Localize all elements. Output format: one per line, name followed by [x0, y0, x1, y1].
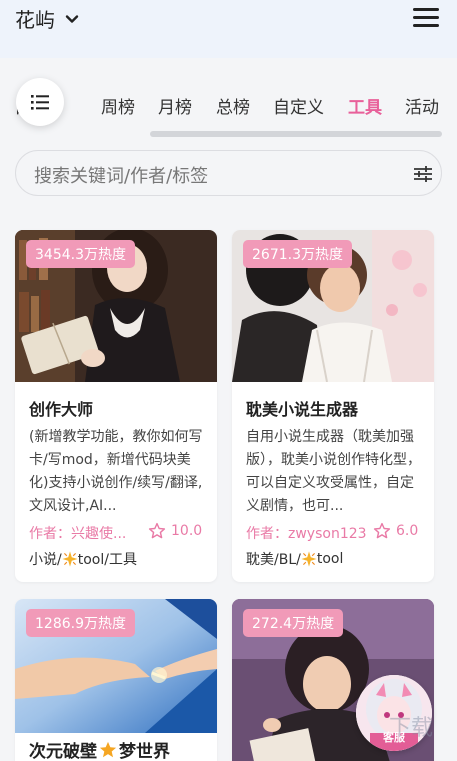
tabs-scrollbar[interactable] [150, 131, 442, 137]
category-tabs: 日榜 周榜 月榜 总榜 自定义 工具 活动 [0, 58, 457, 146]
card-cover-image: 3454.3万热度 [15, 230, 217, 382]
card-cover-image: 1286.9万热度 [15, 599, 217, 733]
rating-value: 10.0 [171, 523, 203, 539]
card-author[interactable]: 作者：zwyson123 [246, 523, 367, 543]
sparkle-emoji-icon [301, 551, 317, 567]
card-title: 耽美小说生成器 [246, 400, 359, 419]
card-description: (新增教学功能，教你如何写卡/写mod，新增代码块美化)支持小说创作/续写/翻译… [29, 429, 203, 514]
filter-icon[interactable] [413, 164, 433, 184]
rating-value: 6.0 [396, 523, 419, 539]
star-outline-icon [148, 522, 166, 539]
search-box[interactable]: 搜索关键词/作者/标签 [15, 150, 442, 196]
sparkle-emoji-icon [62, 551, 78, 567]
heat-badge: 272.4万热度 [243, 609, 344, 637]
tool-card[interactable]: 2671.3万热度 耽美小说生成器 自用小说生成器（耽美加强版），耽美小说创作特… [232, 230, 434, 582]
app-name: 花屿 [15, 8, 55, 32]
heat-badge: 1286.9万热度 [26, 609, 135, 637]
star-outline-icon [373, 522, 391, 539]
watermark: 下载 [389, 716, 434, 741]
heat-badge: 3454.3万热度 [26, 240, 135, 268]
star-emoji-icon [99, 741, 117, 757]
tags-prefix: 耽美/BL/ [246, 552, 301, 568]
card-title-suffix: 梦世界 [119, 742, 170, 761]
app-switcher[interactable]: 花屿 [15, 4, 79, 33]
tab-total[interactable]: 总榜 [216, 93, 250, 118]
card-tags: 小说/ tool/工具 [29, 549, 137, 569]
card-title: 次元破壁 梦世界 [29, 737, 170, 761]
tab-weekly[interactable]: 周榜 [101, 93, 135, 118]
tab-tools[interactable]: 工具 [348, 93, 382, 118]
top-bar: 花屿 [0, 0, 457, 58]
heat-badge: 2671.3万热度 [243, 240, 352, 268]
tab-events[interactable]: 活动 [405, 93, 439, 118]
card-author[interactable]: 作者：兴趣使... [29, 523, 126, 543]
tags-suffix: tool [316, 551, 344, 567]
category-list-button[interactable] [16, 78, 64, 126]
tags-suffix: tool/工具 [77, 552, 137, 568]
card-cover-image: 2671.3万热度 [232, 230, 434, 382]
card-rating[interactable]: 10.0 [148, 522, 202, 540]
card-title: 创作大师 [29, 400, 94, 419]
card-title-prefix: 次元破壁 [29, 742, 97, 761]
tool-card[interactable]: 1286.9万热度 次元破壁 梦世界 [15, 599, 217, 761]
tool-card[interactable]: 3454.3万热度 创作大师 (新增教学功能，教你如何写卡/写mod，新增代码块… [15, 230, 217, 582]
chevron-down-icon [65, 14, 79, 23]
tab-monthly[interactable]: 月榜 [158, 93, 192, 118]
card-description: 自用小说生成器（耽美加强版），耽美小说创作特化型，可以自定义攻受属性，自定义剧情… [246, 429, 421, 514]
tab-custom[interactable]: 自定义 [273, 93, 324, 118]
card-rating[interactable]: 6.0 [373, 522, 418, 540]
tags-prefix: 小说/ [29, 552, 62, 568]
list-icon [31, 95, 49, 110]
search-input[interactable]: 搜索关键词/作者/标签 [34, 162, 208, 188]
card-tags: 耽美/BL/ tool [246, 549, 343, 569]
hamburger-menu-icon[interactable] [413, 8, 439, 28]
